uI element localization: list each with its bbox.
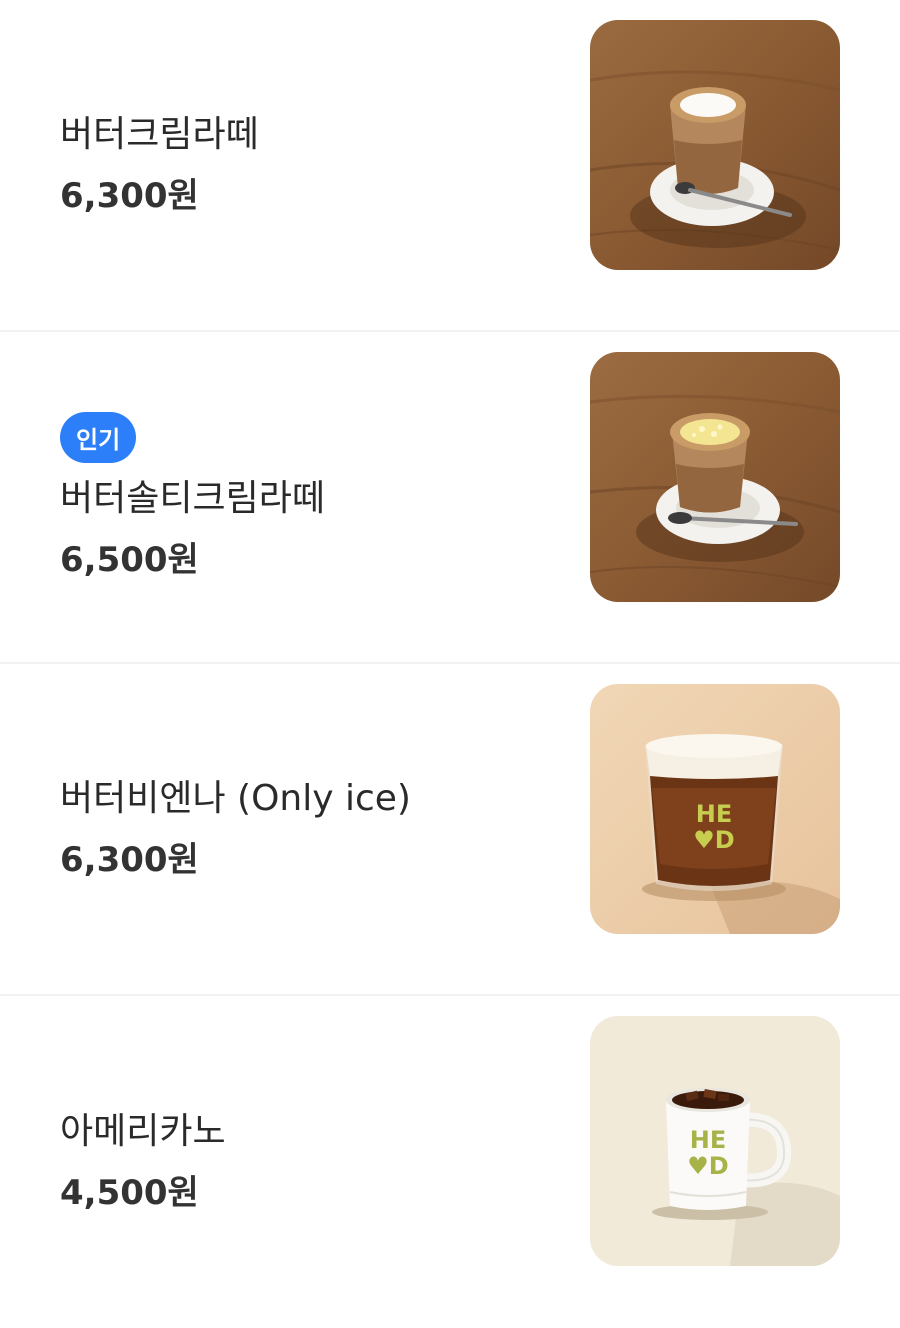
menu-list: 버터크림라떼 6,300원 인기 버터솔티크림라떼 6,500원 버터비엔나 (…	[0, 0, 900, 1328]
svg-text:♥D: ♥D	[693, 826, 734, 854]
menu-item-price: 4,500원	[60, 1173, 199, 1213]
menu-item-butter-vienna[interactable]: 버터비엔나 (Only ice) 6,300원 HE ♥D	[0, 664, 900, 996]
butter-cream-latte-photo[interactable]	[590, 20, 840, 270]
menu-item-americano[interactable]: 아메리카노 4,500원 HE ♥D	[0, 996, 900, 1328]
butter-salty-cream-latte-photo[interactable]	[590, 352, 840, 602]
menu-item-butter-salty-cream-latte[interactable]: 인기 버터솔티크림라떼 6,500원	[0, 332, 900, 664]
butter-vienna-photo[interactable]: HE ♥D	[590, 684, 840, 934]
menu-item-info: 버터비엔나 (Only ice) 6,300원	[60, 664, 411, 994]
menu-item-price: 6,300원	[60, 840, 199, 880]
menu-item-price: 6,300원	[60, 176, 199, 216]
svg-text:HE: HE	[690, 1126, 726, 1154]
popular-badge: 인기	[60, 411, 137, 463]
menu-item-name: 아메리카노	[60, 1111, 226, 1152]
americano-photo[interactable]: HE ♥D	[590, 1016, 840, 1266]
svg-text:HE: HE	[696, 800, 732, 828]
menu-item-info: 버터크림라떼 6,300원	[60, 0, 259, 330]
menu-item-name: 버터솔티크림라떼	[60, 477, 325, 519]
svg-text:♥D: ♥D	[687, 1152, 728, 1180]
menu-item-butter-cream-latte[interactable]: 버터크림라떼 6,300원	[0, 0, 900, 332]
menu-item-price: 6,500원	[60, 539, 199, 580]
menu-item-info: 아메리카노 4,500원	[60, 996, 226, 1328]
menu-item-info: 인기 버터솔티크림라떼 6,500원	[60, 332, 325, 662]
menu-item-name: 버터비엔나 (Only ice)	[60, 778, 411, 819]
menu-item-name: 버터크림라떼	[60, 114, 259, 155]
